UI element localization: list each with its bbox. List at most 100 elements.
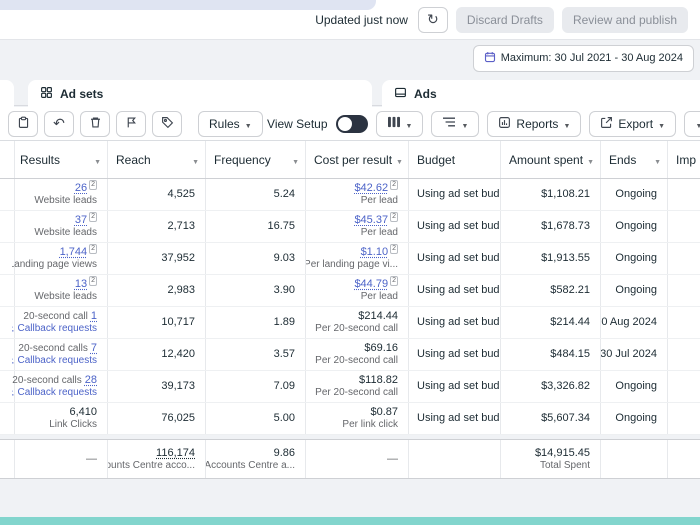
tab-campaigns-partial[interactable] — [0, 80, 14, 107]
export-icon — [600, 116, 613, 132]
frequency-cell: 3.90 — [206, 275, 306, 306]
result-value[interactable]: 1 — [91, 310, 97, 323]
tab-ad-sets[interactable]: Ad sets — [28, 80, 372, 107]
result-prefix: 20-second calls — [18, 342, 87, 355]
export-dropdown-button[interactable]: Export — [589, 111, 676, 137]
cpr-sublabel: Per lead — [361, 227, 398, 239]
reach-cell: 4,525 — [108, 179, 206, 210]
frequency-cell: 3.57 — [206, 339, 306, 370]
reach-cell: 37,952 — [108, 243, 206, 274]
chevron-down-icon — [696, 117, 700, 131]
tag-button[interactable] — [152, 111, 182, 137]
ends-cell: Ongoing — [601, 275, 668, 306]
column-header-ends[interactable]: Ends — [601, 141, 668, 178]
reach-total-sublabel: Accounts Centre acco... — [108, 460, 195, 472]
delete-button[interactable] — [80, 111, 110, 137]
result-value[interactable]: 13 — [75, 278, 87, 291]
footnote-marker: 2 — [89, 244, 97, 254]
cpr-value[interactable]: $44.79 — [354, 278, 388, 291]
cost-per-result-cell: $214.44 Per 20-second call — [306, 307, 409, 338]
frequency-cell: 16.75 — [206, 211, 306, 242]
result-value[interactable]: 7 — [91, 342, 97, 355]
column-header-impressions[interactable]: Imp — [668, 141, 700, 178]
breakdown-dropdown-button[interactable] — [431, 111, 479, 137]
flag-button[interactable] — [116, 111, 146, 137]
column-header-budget[interactable]: Budget — [409, 141, 501, 178]
amount-spent-cell: $214.44 — [501, 307, 601, 338]
result-prefix: 20-second call — [23, 310, 87, 323]
cpr-value[interactable]: $42.62 — [354, 182, 388, 195]
undo-button[interactable] — [44, 111, 74, 137]
budget-cell: Using ad set bud... — [409, 179, 501, 210]
reach-cell: 76,025 — [108, 403, 206, 434]
budget-total-cell — [409, 440, 501, 478]
tab-ads-label: Ads — [414, 87, 437, 101]
impressions-cell — [668, 243, 700, 274]
tab-ad-sets-label: Ad sets — [60, 87, 103, 101]
sort-caret-icon — [288, 153, 299, 167]
column-header-amount-spent[interactable]: Amount spent — [501, 141, 601, 178]
refresh-button[interactable] — [418, 7, 448, 33]
footnote-marker: 2 — [390, 244, 398, 254]
cpr-value[interactable]: $1.10 — [361, 246, 389, 259]
frequency-total-cell: 9.86 Per Accounts Centre a... — [206, 440, 306, 478]
frequency-cell: 7.09 — [206, 371, 306, 402]
columns-dropdown-button[interactable] — [376, 111, 424, 137]
results-cell: 20-second calls 7 Callback requests — [12, 339, 108, 370]
column-header-results[interactable]: Results — [12, 141, 108, 178]
amount-spent-cell: $484.15 — [501, 339, 601, 370]
impressions-cell — [668, 339, 700, 370]
tab-ads[interactable]: Ads — [382, 80, 700, 107]
review-and-publish-button[interactable]: Review and publish — [562, 7, 688, 33]
table-row: 1,744 2 Landing page views 37,952 9.03 $… — [0, 243, 700, 275]
result-value: 6,410 — [69, 406, 97, 419]
table-row: 20-second call 1 Callback requests 10,71… — [0, 307, 700, 339]
frequency-cell: 5.00 — [206, 403, 306, 434]
toolbar-left-group: Rules — [8, 111, 263, 137]
table-header: Results Reach Frequency Cost per result … — [0, 141, 700, 179]
budget-cell: Using ad set bud... — [409, 211, 501, 242]
ads-icon — [394, 86, 407, 102]
budget-cell: Using ad set bud... — [409, 307, 501, 338]
more-options-button[interactable] — [684, 111, 700, 137]
ends-cell: 30 Jul 2024 — [601, 339, 668, 370]
ends-cell: Ongoing — [601, 179, 668, 210]
result-value[interactable]: 26 — [75, 182, 87, 195]
result-value[interactable]: 1,744 — [60, 246, 88, 259]
rules-label: Rules — [209, 117, 240, 131]
ends-cell: Ongoing — [601, 211, 668, 242]
reach-cell: 39,173 — [108, 371, 206, 402]
result-value[interactable]: 28 — [85, 374, 97, 387]
frequency-total-sublabel: Per Accounts Centre a... — [206, 460, 295, 472]
ends-cell: Ongoing — [601, 243, 668, 274]
date-range-button[interactable]: Maximum: 30 Jul 2021 - 30 Aug 2024 — [473, 45, 694, 72]
ends-cell: Ongoing — [601, 403, 668, 434]
reach-total[interactable]: 116,174 — [156, 447, 195, 460]
download-icon[interactable] — [12, 355, 15, 368]
result-sublabel: Website leads — [34, 195, 97, 207]
rules-dropdown-button[interactable]: Rules — [198, 111, 263, 137]
duplicate-button[interactable] — [8, 111, 38, 137]
chevron-down-icon — [461, 117, 468, 131]
column-header-cost-per-result[interactable]: Cost per result — [306, 141, 409, 178]
download-icon[interactable] — [12, 387, 15, 400]
discard-drafts-button[interactable]: Discard Drafts — [456, 7, 554, 33]
frequency-cell: 1.89 — [206, 307, 306, 338]
frequency-total: 9.86 — [274, 447, 295, 460]
amount-spent-cell: $5,607.34 — [501, 403, 601, 434]
result-value[interactable]: 37 — [75, 214, 87, 227]
reports-icon — [498, 116, 511, 132]
filter-bar: Maximum: 30 Jul 2021 - 30 Aug 2024 — [0, 40, 700, 76]
download-icon[interactable] — [12, 323, 15, 336]
column-header-reach[interactable]: Reach — [108, 141, 206, 178]
footnote-marker: 2 — [390, 180, 398, 190]
amount-spent-cell: $1,108.21 — [501, 179, 601, 210]
view-setup-toggle[interactable] — [336, 115, 368, 133]
footnote-marker: 2 — [89, 180, 97, 190]
cpr-sublabel: Per lead — [361, 291, 398, 303]
column-header-frequency[interactable]: Frequency — [206, 141, 306, 178]
reports-dropdown-button[interactable]: Reports — [487, 111, 581, 137]
cpr-value[interactable]: $45.37 — [354, 214, 388, 227]
chevron-down-icon — [406, 117, 413, 131]
result-sublabel: Link Clicks — [49, 419, 97, 431]
